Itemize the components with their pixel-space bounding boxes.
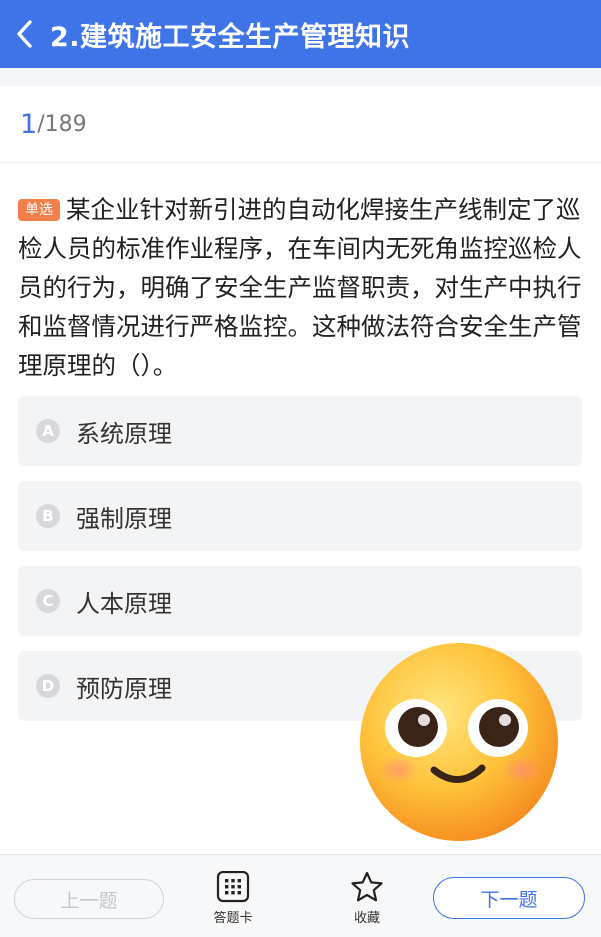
grid-icon [216,871,250,903]
favorite-label: 收藏 [353,911,380,926]
current-question-number: 1 [20,108,38,140]
option-text: 预防原理 [76,674,172,703]
back-button[interactable] [0,0,50,68]
option-text: 系统原理 [76,419,172,448]
option-b[interactable]: B 强制原理 [18,481,582,551]
next-question-button[interactable]: 下一题 [433,877,585,919]
answer-card-label: 答题卡 [213,911,253,926]
question-stem: 单选 某企业针对新引进的自动化焊接生产线制定了巡检人员的标准作业程序，在车间内无死… [18,190,586,385]
option-letter: D [36,674,60,698]
previous-question-button[interactable]: 上一题 [14,879,164,919]
top-bar: 2.建筑施工安全生产管理知识 [0,0,601,68]
option-text: 强制原理 [76,504,172,533]
question-text: 某企业针对新引进的自动化焊接生产线制定了巡检人员的标准作业程序，在车间内无死角监… [18,195,582,380]
smiling-face-emoji [360,643,558,841]
option-letter: A [36,419,60,443]
star-icon [351,871,383,902]
back-icon [17,20,32,48]
question-type-badge: 单选 [18,199,60,221]
option-a[interactable]: A 系统原理 [18,396,582,466]
option-text: 人本原理 [76,589,172,618]
answer-card-button[interactable]: 答题卡 [193,871,273,926]
total-question-count: /189 [37,111,87,137]
question-counter: 1 /189 [0,86,601,163]
favorite-button[interactable]: 收藏 [327,871,407,926]
option-letter: C [36,589,60,613]
option-c[interactable]: C 人本原理 [18,566,582,636]
option-letter: B [36,504,60,528]
bottom-bar: 上一题 答题卡 收藏 下一题 [0,854,601,937]
page-title: 2.建筑施工安全生产管理知识 [50,21,411,53]
